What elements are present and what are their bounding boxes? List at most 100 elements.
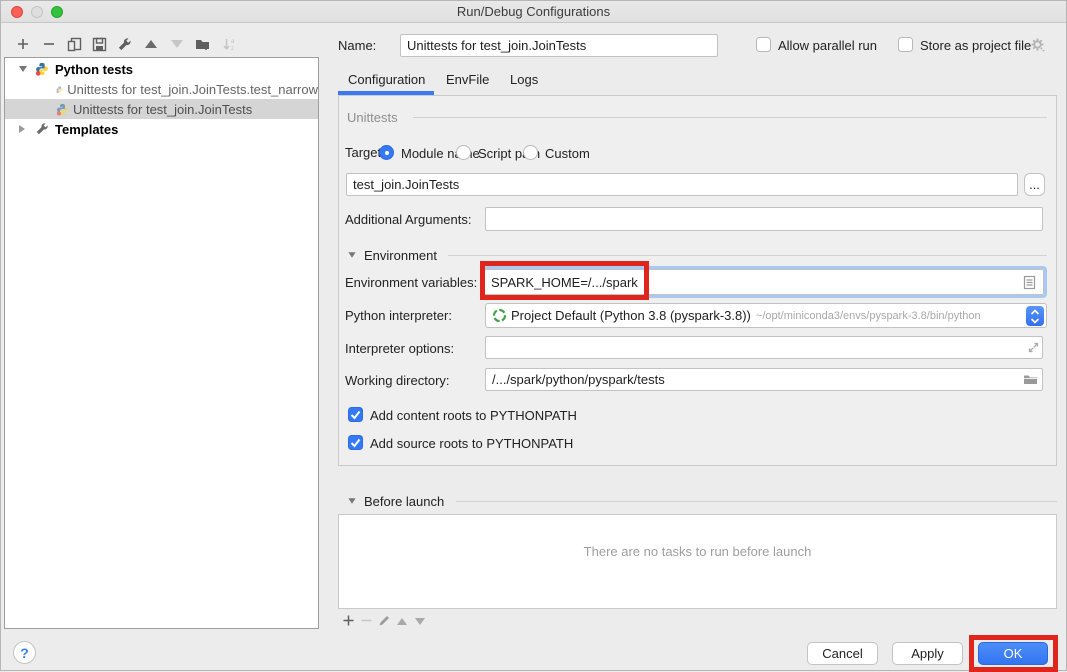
interpreter-options-label: Interpreter options:	[345, 341, 454, 356]
remove-configuration-button[interactable]	[40, 35, 58, 53]
move-down-icon	[171, 40, 183, 48]
unittests-group-title: Unittests	[347, 110, 398, 125]
add-task-button[interactable]	[339, 611, 357, 629]
before-launch-collapse-icon[interactable]	[348, 498, 355, 503]
wrench-icon	[117, 37, 132, 52]
tree-item-python-tests[interactable]: Python tests	[5, 59, 318, 79]
combo-spinner-icon[interactable]	[1026, 306, 1044, 326]
save-configuration-button[interactable]	[90, 35, 108, 53]
svg-text:z: z	[231, 46, 234, 52]
move-up-button[interactable]	[142, 35, 160, 53]
folder-icon	[1023, 373, 1038, 386]
environment-header: Environment	[364, 248, 437, 263]
store-as-project-file-label: Store as project file	[920, 38, 1031, 53]
new-folder-icon	[195, 37, 211, 51]
new-folder-button[interactable]	[194, 35, 212, 53]
target-script-path-radio[interactable]	[456, 145, 471, 160]
target-custom-radio[interactable]	[523, 145, 538, 160]
allow-parallel-run-label: Allow parallel run	[778, 38, 877, 53]
add-icon	[342, 614, 355, 627]
python-test-icon	[56, 103, 69, 116]
run-debug-configurations-dialog: Run/Debug Configurations az P	[0, 0, 1067, 671]
tab-envfile[interactable]: EnvFile	[446, 72, 489, 87]
allow-parallel-run-checkbox[interactable]	[756, 37, 771, 52]
sort-az-icon: az	[222, 37, 238, 52]
before-launch-header: Before launch	[364, 494, 444, 509]
target-module-name-radio[interactable]	[379, 145, 394, 160]
expander-down-icon[interactable]	[19, 66, 27, 72]
configurations-tree: Python tests Unittests for test_join.Joi…	[4, 57, 319, 629]
interpreter-options-input[interactable]	[485, 336, 1043, 359]
move-task-up-button[interactable]	[393, 612, 411, 630]
move-task-down-button[interactable]	[411, 612, 429, 630]
environment-variables-value: SPARK_HOME=/.../spark	[491, 275, 638, 290]
expand-field-button[interactable]	[1024, 338, 1042, 356]
module-name-value: test_join.JoinTests	[353, 177, 459, 192]
window-title: Run/Debug Configurations	[1, 4, 1066, 19]
ok-button[interactable]: OK	[978, 642, 1048, 665]
python-tests-icon	[35, 62, 49, 76]
tree-item-templates[interactable]: Templates	[5, 119, 318, 139]
store-as-project-file-checkbox[interactable]	[898, 37, 913, 52]
tree-item-test-narrow[interactable]: Unittests for test_join.JoinTests.test_n…	[5, 79, 318, 99]
browse-directory-button[interactable]	[1021, 370, 1039, 388]
group-divider	[413, 117, 1047, 118]
ellipsis-icon: ...	[1029, 177, 1040, 192]
browse-module-button[interactable]: ...	[1024, 173, 1045, 196]
python-interpreter-label: Python interpreter:	[345, 308, 452, 323]
module-name-input[interactable]: test_join.JoinTests	[346, 173, 1018, 196]
before-launch-task-list[interactable]	[338, 514, 1057, 609]
edit-templates-button[interactable]	[115, 35, 133, 53]
title-bar: Run/Debug Configurations	[1, 1, 1066, 23]
tree-item-jointests-selected[interactable]: Unittests for test_join.JoinTests	[5, 99, 318, 119]
before-launch-empty-text: There are no tasks to run before launch	[338, 544, 1057, 559]
python-test-icon	[56, 83, 63, 96]
environment-divider	[448, 255, 1047, 256]
remove-icon	[360, 614, 373, 627]
python-interpreter-select[interactable]: Project Default (Python 3.8 (pyspark-3.8…	[485, 303, 1047, 328]
name-input[interactable]: Unittests for test_join.JoinTests	[400, 34, 718, 57]
copy-configuration-button[interactable]	[65, 35, 83, 53]
browse-env-vars-button[interactable]	[1020, 273, 1038, 291]
check-icon	[349, 408, 362, 421]
help-icon: ?	[20, 645, 29, 661]
remove-icon	[42, 37, 56, 51]
check-icon	[349, 436, 362, 449]
target-custom-label: Custom	[545, 146, 590, 161]
environment-collapse-icon[interactable]	[348, 252, 355, 257]
add-content-roots-label: Add content roots to PYTHONPATH	[370, 408, 577, 423]
move-down-button[interactable]	[168, 35, 186, 53]
cancel-label: Cancel	[822, 646, 862, 661]
add-content-roots-checkbox[interactable]	[348, 407, 363, 422]
add-configuration-button[interactable]	[14, 35, 32, 53]
apply-label: Apply	[911, 646, 944, 661]
active-tab-underline	[338, 91, 434, 95]
tree-item-label: Python tests	[55, 62, 133, 77]
environment-variables-input[interactable]: SPARK_HOME=/.../spark	[484, 269, 1044, 295]
save-icon	[92, 37, 107, 52]
working-directory-input[interactable]: /.../spark/python/pyspark/tests	[485, 368, 1043, 391]
apply-button[interactable]: Apply	[892, 642, 963, 665]
move-up-icon	[145, 40, 157, 48]
expander-right-icon[interactable]	[19, 125, 25, 133]
help-button[interactable]: ?	[13, 641, 36, 664]
tab-logs[interactable]: Logs	[510, 72, 538, 87]
sort-configurations-button[interactable]: az	[221, 35, 239, 53]
templates-wrench-icon	[35, 122, 49, 136]
remove-task-button[interactable]	[357, 611, 375, 629]
edit-task-button[interactable]	[375, 611, 393, 629]
add-source-roots-label: Add source roots to PYTHONPATH	[370, 436, 573, 451]
tab-configuration[interactable]: Configuration	[348, 72, 425, 87]
add-icon	[16, 37, 30, 51]
copy-icon	[67, 37, 82, 52]
store-settings-gear-button[interactable]	[1029, 36, 1047, 54]
add-source-roots-checkbox[interactable]	[348, 435, 363, 450]
move-up-icon	[397, 618, 407, 625]
pencil-icon	[378, 614, 391, 627]
env-list-icon	[1023, 275, 1036, 290]
additional-arguments-input[interactable]	[485, 207, 1043, 231]
tree-item-label: Unittests for test_join.JoinTests.test_n…	[67, 82, 318, 97]
conda-environment-icon	[492, 308, 507, 323]
environment-variables-label: Environment variables:	[345, 275, 477, 290]
cancel-button[interactable]: Cancel	[807, 642, 878, 665]
